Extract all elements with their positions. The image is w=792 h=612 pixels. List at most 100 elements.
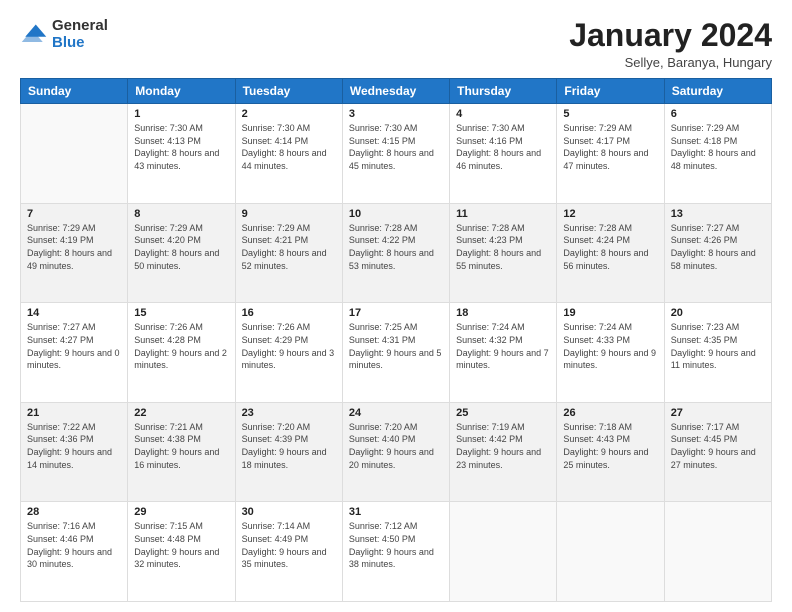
day-number: 3 [349, 108, 443, 120]
day-number: 19 [563, 307, 657, 319]
calendar-header-friday: Friday [557, 79, 664, 104]
logo-general: General [52, 17, 108, 34]
day-number: 18 [456, 307, 550, 319]
calendar-cell: 12 Sunrise: 7:28 AMSunset: 4:24 PMDayligh… [557, 203, 664, 303]
calendar-week-row: 28Sunrise: 7:16 AMSunset: 4:46 PMDayligh… [21, 502, 772, 602]
day-info: Sunrise: 7:26 AMSunset: 4:28 PMDaylight:… [134, 321, 228, 371]
day-number: 4 [456, 108, 550, 120]
day-number: 23 [242, 407, 336, 419]
day-number: 25 [456, 407, 550, 419]
calendar-week-row: 1Sunrise: 7:30 AMSunset: 4:13 PMDaylight… [21, 104, 772, 204]
title-block: January 2024 Sellye, Baranya, Hungary [569, 18, 772, 70]
calendar-cell: 7Sunrise: 7:29 AMSunset: 4:19 PMDaylight… [21, 203, 128, 303]
day-info: Sunrise: 7:29 AMSunset: 4:21 PMDaylight:… [242, 222, 336, 272]
calendar-header-saturday: Saturday [664, 79, 771, 104]
calendar-cell: 3 Sunrise: 7:30 AMSunset: 4:15 PMDaylight… [342, 104, 449, 204]
calendar-cell: 15Sunrise: 7:26 AMSunset: 4:28 PMDayligh… [128, 303, 235, 403]
day-info: Sunrise: 7:24 AMSunset: 4:33 PMDaylight:… [563, 321, 657, 371]
day-number: 26 [563, 407, 657, 419]
day-number: 2 [242, 108, 336, 120]
logo-icon [20, 21, 48, 49]
day-number: 30 [242, 506, 336, 518]
calendar-header-sunday: Sunday [21, 79, 128, 104]
calendar-header-tuesday: Tuesday [235, 79, 342, 104]
calendar-header-monday: Monday [128, 79, 235, 104]
day-info: Sunrise: 7:30 AMSunset: 4:14 PMDaylight:… [242, 122, 336, 172]
calendar-cell [21, 104, 128, 204]
header: General Blue January 2024 Sellye, Barany… [20, 18, 772, 70]
day-info: Sunrise: 7:26 AMSunset: 4:29 PMDaylight:… [242, 321, 336, 371]
day-number: 29 [134, 506, 228, 518]
day-number: 22 [134, 407, 228, 419]
day-info: Sunrise: 7:29 AMSunset: 4:17 PMDaylight:… [563, 122, 657, 172]
day-info: Sunrise: 7:30 AMSunset: 4:16 PMDaylight:… [456, 122, 550, 172]
day-info: Sunrise: 7:30 AMSunset: 4:13 PMDaylight:… [134, 122, 228, 172]
day-number: 16 [242, 307, 336, 319]
day-info: Sunrise: 7:19 AMSunset: 4:42 PMDaylight:… [456, 421, 550, 471]
calendar-cell: 29 Sunrise: 7:15 AMSunset: 4:48 PMDayligh… [128, 502, 235, 602]
day-info: Sunrise: 7:14 AMSunset: 4:49 PMDaylight:… [242, 520, 336, 570]
day-info: Sunrise: 7:28 AMSunset: 4:24 PMDaylight:… [563, 222, 657, 272]
calendar-cell: 11Sunrise: 7:28 AMSunset: 4:23 PMDayligh… [450, 203, 557, 303]
calendar-cell [450, 502, 557, 602]
day-number: 21 [27, 407, 121, 419]
calendar-header-row: SundayMondayTuesdayWednesdayThursdayFrid… [21, 79, 772, 104]
day-number: 8 [134, 208, 228, 220]
calendar-cell: 31Sunrise: 7:12 AMSunset: 4:50 PMDayligh… [342, 502, 449, 602]
calendar-cell: 30 Sunrise: 7:14 AMSunset: 4:49 PMDayligh… [235, 502, 342, 602]
calendar-cell: 16 Sunrise: 7:26 AMSunset: 4:29 PMDayligh… [235, 303, 342, 403]
day-number: 10 [349, 208, 443, 220]
calendar-cell: 9 Sunrise: 7:29 AMSunset: 4:21 PMDaylight… [235, 203, 342, 303]
calendar: SundayMondayTuesdayWednesdayThursdayFrid… [20, 78, 772, 602]
calendar-week-row: 21 Sunrise: 7:22 AMSunset: 4:36 PMDayligh… [21, 402, 772, 502]
calendar-cell: 4 Sunrise: 7:30 AMSunset: 4:16 PMDaylight… [450, 104, 557, 204]
day-info: Sunrise: 7:15 AMSunset: 4:48 PMDaylight:… [134, 520, 228, 570]
calendar-cell: 19 Sunrise: 7:24 AMSunset: 4:33 PMDayligh… [557, 303, 664, 403]
logo-text: General Blue [52, 18, 108, 51]
day-number: 13 [671, 208, 765, 220]
day-number: 6 [671, 108, 765, 120]
calendar-cell: 25 Sunrise: 7:19 AMSunset: 4:42 PMDayligh… [450, 402, 557, 502]
day-info: Sunrise: 7:24 AMSunset: 4:32 PMDaylight:… [456, 321, 550, 371]
logo: General Blue [20, 18, 108, 51]
calendar-cell: 1Sunrise: 7:30 AMSunset: 4:13 PMDaylight… [128, 104, 235, 204]
day-number: 24 [349, 407, 443, 419]
calendar-cell: 23 Sunrise: 7:20 AMSunset: 4:39 PMDayligh… [235, 402, 342, 502]
calendar-cell [664, 502, 771, 602]
calendar-cell: 6Sunrise: 7:29 AMSunset: 4:18 PMDaylight… [664, 104, 771, 204]
calendar-cell: 2 Sunrise: 7:30 AMSunset: 4:14 PMDaylight… [235, 104, 342, 204]
calendar-cell: 20Sunrise: 7:23 AMSunset: 4:35 PMDayligh… [664, 303, 771, 403]
day-info: Sunrise: 7:22 AMSunset: 4:36 PMDaylight:… [27, 421, 121, 471]
calendar-week-row: 7Sunrise: 7:29 AMSunset: 4:19 PMDaylight… [21, 203, 772, 303]
day-info: Sunrise: 7:20 AMSunset: 4:39 PMDaylight:… [242, 421, 336, 471]
calendar-cell: 14 Sunrise: 7:27 AMSunset: 4:27 PMDayligh… [21, 303, 128, 403]
day-info: Sunrise: 7:28 AMSunset: 4:22 PMDaylight:… [349, 222, 443, 272]
calendar-cell: 10 Sunrise: 7:28 AMSunset: 4:22 PMDayligh… [342, 203, 449, 303]
calendar-cell: 22 Sunrise: 7:21 AMSunset: 4:38 PMDayligh… [128, 402, 235, 502]
day-info: Sunrise: 7:18 AMSunset: 4:43 PMDaylight:… [563, 421, 657, 471]
month-title: January 2024 [569, 18, 772, 53]
day-number: 9 [242, 208, 336, 220]
calendar-cell: 13 Sunrise: 7:27 AMSunset: 4:26 PMDayligh… [664, 203, 771, 303]
calendar-cell: 8Sunrise: 7:29 AMSunset: 4:20 PMDaylight… [128, 203, 235, 303]
day-info: Sunrise: 7:25 AMSunset: 4:31 PMDaylight:… [349, 321, 443, 371]
day-number: 14 [27, 307, 121, 319]
calendar-cell: 17Sunrise: 7:25 AMSunset: 4:31 PMDayligh… [342, 303, 449, 403]
day-info: Sunrise: 7:16 AMSunset: 4:46 PMDaylight:… [27, 520, 121, 570]
day-info: Sunrise: 7:12 AMSunset: 4:50 PMDaylight:… [349, 520, 443, 570]
day-info: Sunrise: 7:27 AMSunset: 4:27 PMDaylight:… [27, 321, 121, 371]
calendar-week-row: 14 Sunrise: 7:27 AMSunset: 4:27 PMDayligh… [21, 303, 772, 403]
day-info: Sunrise: 7:23 AMSunset: 4:35 PMDaylight:… [671, 321, 765, 371]
calendar-cell [557, 502, 664, 602]
day-number: 12 [563, 208, 657, 220]
day-number: 7 [27, 208, 121, 220]
day-info: Sunrise: 7:21 AMSunset: 4:38 PMDaylight:… [134, 421, 228, 471]
logo-blue: Blue [52, 34, 85, 51]
calendar-cell: 24 Sunrise: 7:20 AMSunset: 4:40 PMDayligh… [342, 402, 449, 502]
day-info: Sunrise: 7:17 AMSunset: 4:45 PMDaylight:… [671, 421, 765, 471]
day-info: Sunrise: 7:30 AMSunset: 4:15 PMDaylight:… [349, 122, 443, 172]
day-info: Sunrise: 7:27 AMSunset: 4:26 PMDaylight:… [671, 222, 765, 272]
day-info: Sunrise: 7:20 AMSunset: 4:40 PMDaylight:… [349, 421, 443, 471]
calendar-header-thursday: Thursday [450, 79, 557, 104]
day-number: 5 [563, 108, 657, 120]
